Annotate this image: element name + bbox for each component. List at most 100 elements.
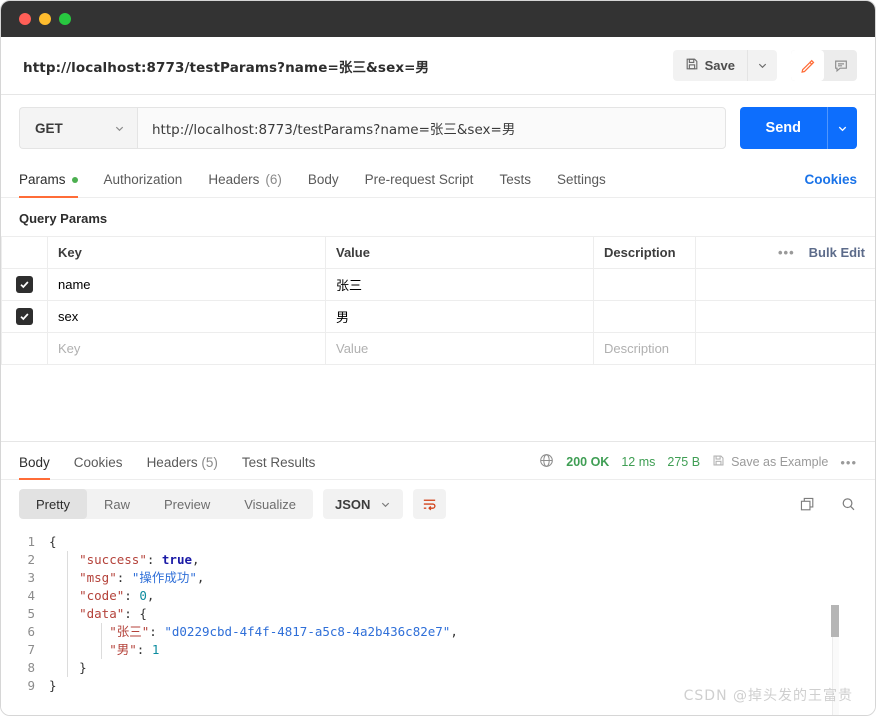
line-content: "张三": "d0229cbd-4f4f-4817-a5c8-4a2b436c8… xyxy=(109,624,458,639)
code-line: 6 "张三": "d0229cbd-4f4f-4817-a5c8-4a2b436… xyxy=(1,623,875,641)
copy-button[interactable] xyxy=(799,496,816,513)
postman-window: http://localhost:8773/testParams?name=张三… xyxy=(0,0,876,716)
save-as-example-label: Save as Example xyxy=(731,455,829,469)
tab-body-label: Body xyxy=(307,172,339,187)
row-checkbox-cell xyxy=(1,300,48,333)
tab-settings[interactable]: Settings xyxy=(557,172,606,197)
search-body-button[interactable] xyxy=(840,496,857,513)
save-icon xyxy=(685,57,699,74)
row-checkbox[interactable] xyxy=(16,276,33,293)
row-description[interactable] xyxy=(593,300,696,333)
tab-pre-request-script-label: Pre-request Script xyxy=(364,172,474,187)
response-more-options-icon[interactable]: ••• xyxy=(840,455,857,470)
request-title: http://localhost:8773/testParams?name=张三… xyxy=(23,59,430,76)
chevron-down-icon xyxy=(758,63,767,69)
response-tab-headers[interactable]: Headers (5) xyxy=(147,455,218,479)
tab-params[interactable]: Params xyxy=(19,172,78,198)
body-view-visualize[interactable]: Visualize xyxy=(227,489,313,519)
line-content: "code": 0, xyxy=(79,588,155,603)
comment-request-button[interactable] xyxy=(824,50,857,81)
row-value[interactable]: 男 xyxy=(325,300,594,333)
minimize-window-button[interactable] xyxy=(39,13,51,25)
row-key[interactable]: name xyxy=(47,268,326,301)
query-params-title: Query Params xyxy=(19,211,108,226)
response-tabs: Body Cookies Headers (5) Test Results 20… xyxy=(1,442,875,480)
tab-headers[interactable]: Headers (6) xyxy=(208,172,282,197)
body-view-raw[interactable]: Raw xyxy=(87,489,147,519)
close-window-button[interactable] xyxy=(19,13,31,25)
response-tab-headers-label: Headers xyxy=(146,455,198,470)
empty-row-checkbox-cell xyxy=(1,332,48,365)
query-params-table: Key Value Description ••• Bulk Edit name… xyxy=(1,236,875,365)
row-checkbox[interactable] xyxy=(16,308,33,325)
code-scrollbar-thumb[interactable] xyxy=(831,605,839,637)
chevron-down-icon xyxy=(115,126,124,131)
save-options-caret[interactable] xyxy=(747,50,777,81)
response-tab-body[interactable]: Body xyxy=(19,455,50,480)
send-options-caret[interactable] xyxy=(827,107,857,149)
line-content: } xyxy=(49,678,57,693)
edit-request-button[interactable] xyxy=(791,50,824,81)
response-body-code[interactable]: 1{2 "success": true, 3 "msg": "操作成功", 4 "c… xyxy=(1,527,875,715)
tab-authorization[interactable]: Authorization xyxy=(104,172,183,197)
cookies-link[interactable]: Cookies xyxy=(804,172,857,187)
line-number: 4 xyxy=(27,588,35,603)
line-number: 6 xyxy=(27,624,35,639)
check-icon xyxy=(20,313,29,321)
more-options-icon[interactable]: ••• xyxy=(778,245,795,260)
response-panel: Body Cookies Headers (5) Test Results 20… xyxy=(1,441,875,715)
row-actions xyxy=(695,268,875,301)
search-icon xyxy=(842,497,855,510)
new-key-input[interactable]: Key xyxy=(47,332,326,365)
send-button-group: Send xyxy=(739,107,857,149)
request-title-bar: http://localhost:8773/testParams?name=张三… xyxy=(1,37,875,95)
row-actions xyxy=(695,300,875,333)
tab-pre-request-script[interactable]: Pre-request Script xyxy=(365,172,474,197)
code-line: 5 "data": { xyxy=(1,605,875,623)
maximize-window-button[interactable] xyxy=(59,13,71,25)
response-tab-headers-count: (5) xyxy=(201,455,218,470)
row-description[interactable] xyxy=(593,268,696,301)
new-value-input[interactable]: Value xyxy=(325,332,594,365)
http-method-value: GET xyxy=(35,120,63,136)
params-modified-dot xyxy=(71,176,78,183)
url-bar: GET http://localhost:8773/testParams?nam… xyxy=(1,95,875,162)
response-meta: 200 OK 12 ms 275 B Save as Example ••• xyxy=(539,453,857,471)
response-body-toolbar: Pretty Raw Preview Visualize JSON xyxy=(1,480,875,527)
pencil-icon xyxy=(800,59,814,73)
wrap-lines-button[interactable] xyxy=(413,489,447,519)
response-tab-test-results[interactable]: Test Results xyxy=(242,455,316,479)
send-button[interactable]: Send xyxy=(740,107,827,149)
new-description-input[interactable]: Description xyxy=(593,332,696,365)
body-format-select[interactable]: JSON xyxy=(323,489,404,519)
response-status: 200 OK xyxy=(566,455,610,469)
tab-headers-label: Headers xyxy=(208,172,260,187)
line-content: "男": 1 xyxy=(109,642,160,657)
code-lines: 1{2 "success": true, 3 "msg": "操作成功", 4 "c… xyxy=(1,533,875,695)
header-checkbox-cell xyxy=(1,236,48,269)
row-key[interactable]: sex xyxy=(47,300,326,333)
tab-body[interactable]: Body xyxy=(308,172,339,197)
tab-authorization-label: Authorization xyxy=(103,172,183,187)
save-button[interactable]: Save xyxy=(673,50,747,81)
response-tab-cookies[interactable]: Cookies xyxy=(74,455,123,479)
code-line: 1{ xyxy=(1,533,875,551)
bulk-edit-button[interactable]: Bulk Edit xyxy=(809,245,865,260)
copy-icon xyxy=(800,497,814,510)
body-format-value: JSON xyxy=(335,496,371,512)
code-line: 2 "success": true, xyxy=(1,551,875,569)
http-method-select[interactable]: GET xyxy=(19,107,137,149)
tab-tests[interactable]: Tests xyxy=(499,172,531,197)
body-view-pretty[interactable]: Pretty xyxy=(19,489,87,519)
header-key: Key xyxy=(47,236,326,269)
table-row: sex 男 xyxy=(1,300,875,333)
response-size: 275 B xyxy=(667,455,701,469)
url-input[interactable]: http://localhost:8773/testParams?name=张三… xyxy=(137,107,726,149)
line-content: "msg": "操作成功", xyxy=(79,570,205,585)
save-icon xyxy=(712,454,725,470)
save-as-example-button[interactable]: Save as Example xyxy=(712,454,828,470)
body-view-preview[interactable]: Preview xyxy=(147,489,227,519)
row-value[interactable]: 张三 xyxy=(325,268,594,301)
code-line: 3 "msg": "操作成功", xyxy=(1,569,875,587)
table-row: name 张三 xyxy=(1,268,875,301)
